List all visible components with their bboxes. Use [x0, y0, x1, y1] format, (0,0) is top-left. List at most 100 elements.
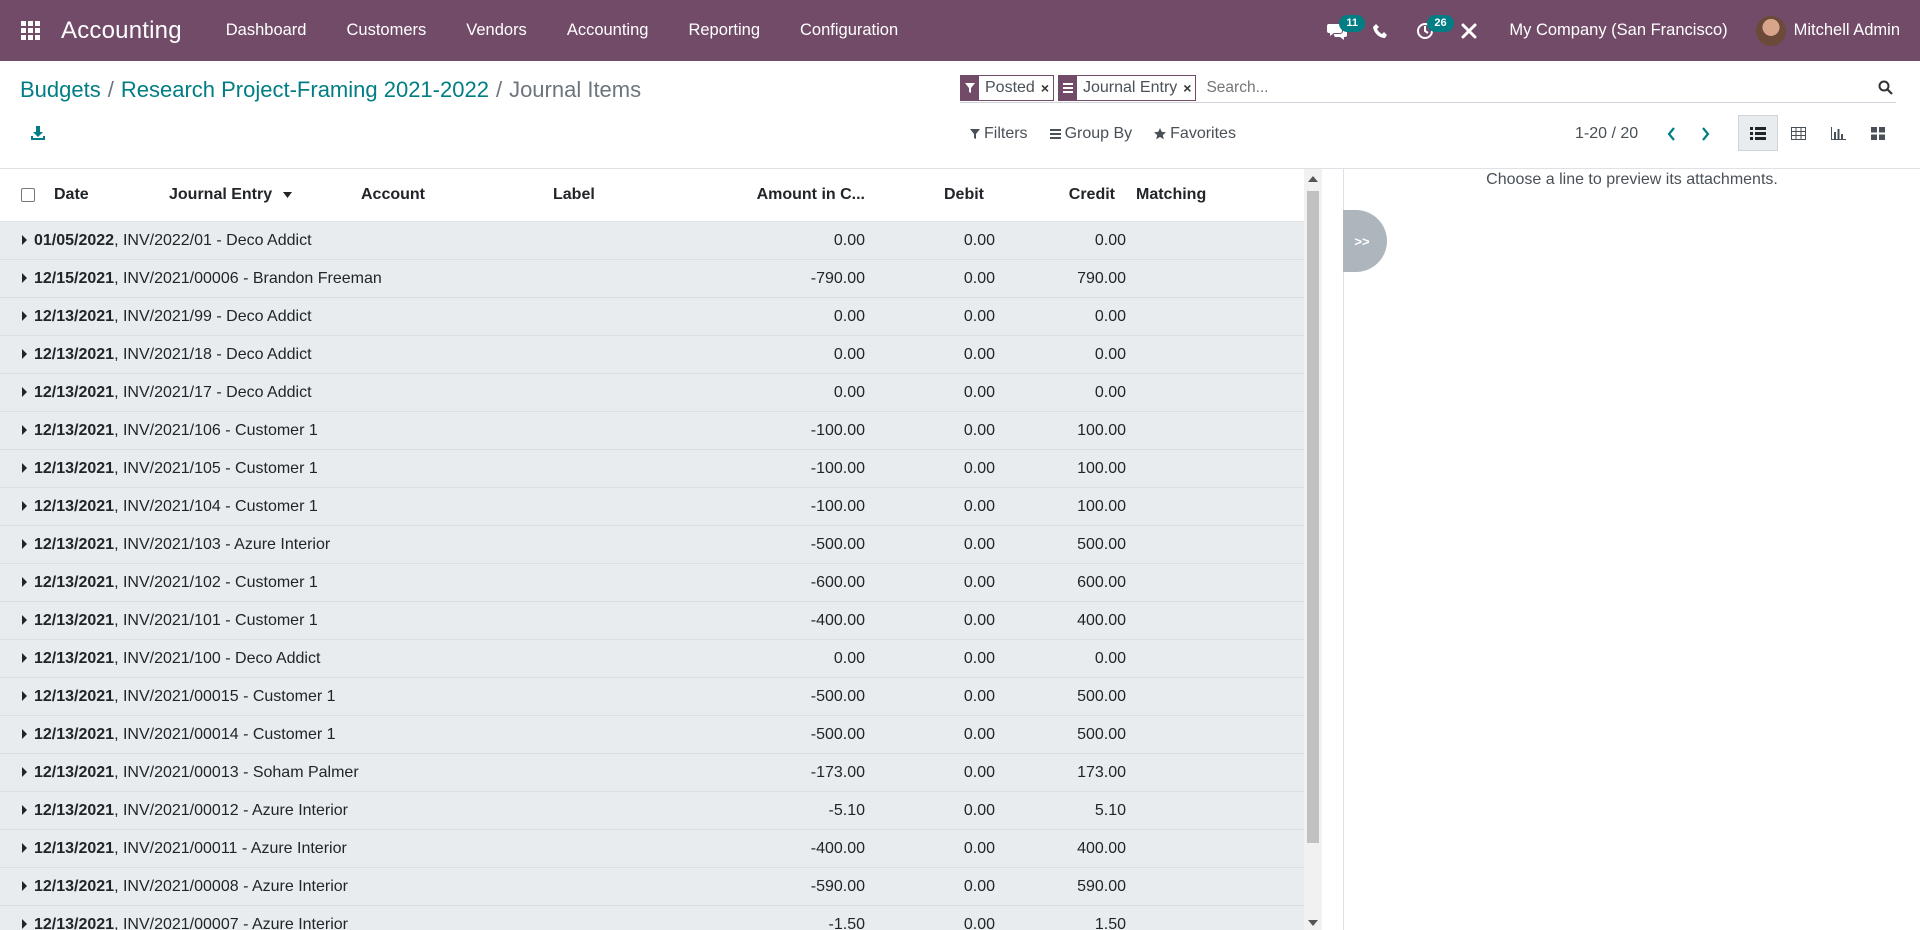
- expand-caret-icon[interactable]: [22, 691, 27, 701]
- expand-caret-icon[interactable]: [22, 577, 27, 587]
- menu-accounting[interactable]: Accounting: [547, 0, 669, 61]
- group-row[interactable]: 12/13/2021, INV/2021/104 - Customer 1 -10…: [0, 488, 1322, 526]
- column-label[interactable]: Label: [553, 186, 595, 204]
- group-row[interactable]: 12/13/2021, INV/2021/00013 - Soham Palme…: [0, 754, 1322, 792]
- user-menu[interactable]: Mitchell Admin: [1794, 21, 1900, 40]
- group-row[interactable]: 12/13/2021, INV/2021/00014 - Customer 1 -…: [0, 716, 1322, 754]
- group-debit: 0.00: [963, 422, 995, 439]
- search-facet-groupby[interactable]: Journal Entry ×: [1058, 74, 1197, 101]
- search-icon[interactable]: [1874, 77, 1896, 99]
- company-switcher[interactable]: My Company (San Francisco): [1509, 21, 1727, 40]
- group-row[interactable]: 12/13/2021, INV/2021/00015 - Customer 1 -…: [0, 678, 1322, 716]
- group-date: 12/13/2021: [34, 612, 115, 629]
- menu-configuration[interactable]: Configuration: [780, 0, 918, 61]
- group-credit: 590.00: [1077, 878, 1126, 895]
- group-amount: -590.00: [810, 878, 865, 895]
- group-row[interactable]: 12/13/2021, INV/2021/101 - Customer 1 -40…: [0, 602, 1322, 640]
- kanban-view-icon[interactable]: [1858, 115, 1898, 151]
- scroll-up-icon[interactable]: [1308, 176, 1318, 182]
- group-date: 12/13/2021: [34, 384, 115, 401]
- column-account[interactable]: Account: [361, 186, 425, 204]
- group-credit: 100.00: [1077, 498, 1126, 515]
- remove-facet-icon[interactable]: ×: [1183, 76, 1195, 100]
- expand-caret-icon[interactable]: [22, 425, 27, 435]
- expand-caret-icon[interactable]: [22, 387, 27, 397]
- group-row[interactable]: 12/13/2021, INV/2021/99 - Deco Addict 0.0…: [0, 298, 1322, 336]
- group-row[interactable]: 12/13/2021, INV/2021/18 - Deco Addict 0.0…: [0, 336, 1322, 374]
- breadcrumb-project[interactable]: Research Project-Framing 2021-2022: [121, 77, 489, 103]
- group-row[interactable]: 12/13/2021, INV/2021/17 - Deco Addict 0.0…: [0, 374, 1322, 412]
- column-matching[interactable]: Matching: [1136, 186, 1206, 204]
- expand-caret-icon[interactable]: [22, 805, 27, 815]
- filters-button[interactable]: Filters: [970, 125, 1028, 143]
- group-amount: 0.00: [833, 308, 865, 325]
- expand-caret-icon[interactable]: [22, 729, 27, 739]
- group-row[interactable]: 12/13/2021, INV/2021/105 - Customer 1 -10…: [0, 450, 1322, 488]
- expand-caret-icon[interactable]: [22, 539, 27, 549]
- group-row[interactable]: 12/13/2021, INV/2021/00007 - Azure Inter…: [0, 906, 1322, 930]
- menu-customers[interactable]: Customers: [326, 0, 446, 61]
- expand-caret-icon[interactable]: [22, 767, 27, 777]
- favorites-button[interactable]: Favorites: [1154, 125, 1236, 143]
- column-credit[interactable]: Credit: [1069, 186, 1115, 204]
- group-name: 12/13/2021, INV/2021/103 - Azure Interio…: [34, 536, 330, 554]
- groupby-button[interactable]: Group By: [1049, 125, 1132, 143]
- group-row[interactable]: 12/13/2021, INV/2021/106 - Customer 1 -10…: [0, 412, 1322, 450]
- expand-caret-icon[interactable]: [22, 311, 27, 321]
- list-view-icon[interactable]: [1738, 115, 1778, 151]
- group-name: 12/13/2021, INV/2021/00013 - Soham Palme…: [34, 764, 359, 782]
- debug-tools-icon[interactable]: [1449, 0, 1489, 61]
- apps-menu-icon[interactable]: [0, 0, 61, 61]
- expand-caret-icon[interactable]: [22, 919, 27, 929]
- group-date: 12/13/2021: [34, 650, 115, 667]
- group-row[interactable]: 12/13/2021, INV/2021/100 - Deco Addict 0.…: [0, 640, 1322, 678]
- menu-vendors[interactable]: Vendors: [446, 0, 547, 61]
- group-row[interactable]: 12/13/2021, INV/2021/102 - Customer 1 -60…: [0, 564, 1322, 602]
- pivot-view-icon[interactable]: [1778, 115, 1818, 151]
- expand-caret-icon[interactable]: [22, 843, 27, 853]
- group-row[interactable]: 12/13/2021, INV/2021/00012 - Azure Inter…: [0, 792, 1322, 830]
- menu-dashboard[interactable]: Dashboard: [206, 0, 327, 61]
- expand-caret-icon[interactable]: [22, 881, 27, 891]
- group-amount: -600.00: [810, 574, 865, 591]
- group-row[interactable]: 12/13/2021, INV/2021/00008 - Azure Inter…: [0, 868, 1322, 906]
- group-row[interactable]: 12/15/2021, INV/2021/00006 - Brandon Fre…: [0, 260, 1322, 298]
- expand-caret-icon[interactable]: [22, 615, 27, 625]
- group-row[interactable]: 01/05/2022, INV/2022/01 - Deco Addict 0.0…: [0, 222, 1322, 260]
- expand-caret-icon[interactable]: [22, 349, 27, 359]
- scroll-thumb[interactable]: [1307, 191, 1319, 843]
- column-amount[interactable]: Amount in C...: [757, 186, 865, 204]
- menu-reporting[interactable]: Reporting: [668, 0, 780, 61]
- pager-next-icon[interactable]: [1688, 127, 1722, 141]
- scroll-down-icon[interactable]: [1308, 920, 1318, 926]
- app-brand[interactable]: Accounting: [61, 17, 182, 45]
- column-journal-entry[interactable]: Journal Entry: [169, 186, 292, 204]
- activity-clock-icon[interactable]: 26: [1405, 0, 1454, 61]
- column-date[interactable]: Date: [54, 186, 89, 204]
- download-icon[interactable]: [30, 125, 52, 147]
- group-row[interactable]: 12/13/2021, INV/2021/103 - Azure Interio…: [0, 526, 1322, 564]
- messages-icon[interactable]: 11: [1317, 0, 1366, 61]
- pager-previous-icon[interactable]: [1654, 127, 1688, 141]
- pager-value[interactable]: 1-20 / 20: [1575, 125, 1638, 143]
- expand-caret-icon[interactable]: [22, 653, 27, 663]
- expand-caret-icon[interactable]: [22, 501, 27, 511]
- breadcrumb-budgets[interactable]: Budgets: [20, 77, 101, 103]
- search-facet-posted[interactable]: Posted ×: [960, 74, 1054, 101]
- remove-facet-icon[interactable]: ×: [1041, 76, 1053, 100]
- search-bar: Posted × Journal Entry ×: [960, 73, 1896, 103]
- group-entry: , INV/2021/00012 - Azure Interior: [114, 802, 348, 819]
- scrollbar[interactable]: [1304, 169, 1322, 930]
- expand-caret-icon[interactable]: [22, 463, 27, 473]
- group-row[interactable]: 12/13/2021, INV/2021/00011 - Azure Inter…: [0, 830, 1322, 868]
- avatar[interactable]: [1755, 15, 1786, 46]
- graph-view-icon[interactable]: [1818, 115, 1858, 151]
- search-input[interactable]: [1200, 78, 1874, 97]
- select-all-checkbox[interactable]: [21, 188, 35, 202]
- expand-caret-icon[interactable]: [22, 273, 27, 283]
- column-debit[interactable]: Debit: [944, 186, 984, 204]
- group-name: 12/13/2021, INV/2021/18 - Deco Addict: [34, 346, 312, 364]
- group-name: 12/15/2021, INV/2021/00006 - Brandon Fre…: [34, 270, 382, 288]
- phone-icon[interactable]: [1361, 0, 1401, 61]
- expand-caret-icon[interactable]: [22, 235, 27, 245]
